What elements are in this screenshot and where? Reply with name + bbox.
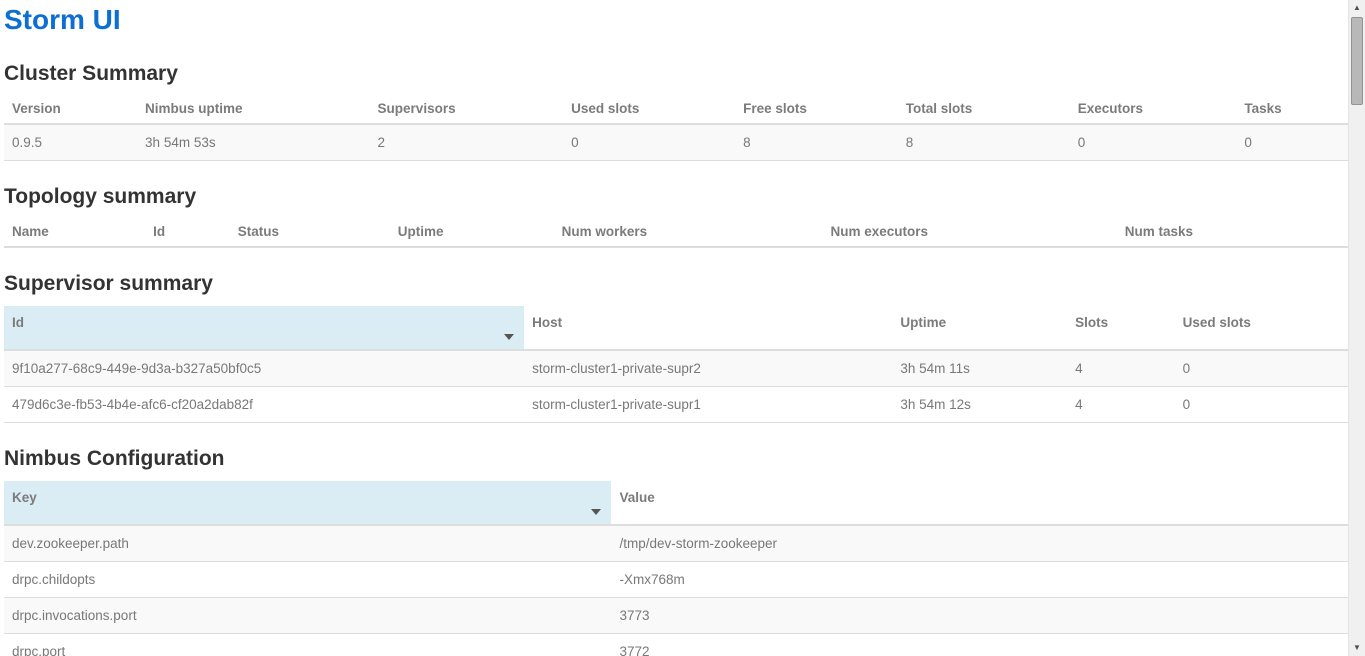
table-cell: storm-cluster1-private-supr2	[524, 350, 892, 387]
table-cell: drpc.port	[4, 634, 611, 656]
storm-ui-page: Storm UI Cluster Summary Version Nimbus u…	[0, 0, 1365, 656]
table-cell: 9f10a277-68c9-449e-9d3a-b327a50bf0c5	[4, 350, 524, 387]
column-header-num-workers: Num workers	[554, 219, 823, 247]
column-header-label: Executors	[1078, 101, 1229, 116]
column-header-label: Supervisors	[378, 101, 556, 116]
column-header-uptime[interactable]: Uptime	[892, 306, 1067, 350]
column-header-version: Version	[4, 96, 137, 124]
topology-summary-table: Name Id Status Uptime Num workers Num executo…	[4, 219, 1348, 248]
table-cell: 0	[1070, 124, 1237, 161]
column-header-id[interactable]: Id	[4, 306, 524, 350]
column-header-label: Num tasks	[1125, 224, 1340, 239]
nimbus-configuration-heading: Nimbus Configuration	[4, 447, 1348, 471]
sort-descending-icon	[504, 334, 514, 340]
column-header-label: Status	[238, 224, 382, 239]
column-header-slots[interactable]: Slots	[1067, 306, 1175, 350]
table-cell: 0	[563, 124, 735, 161]
table-cell: 4	[1067, 387, 1175, 423]
column-header-label: Nimbus uptime	[145, 101, 362, 116]
table-cell: drpc.childopts	[4, 562, 611, 598]
header-row: Version Nimbus uptime Supervisors Used slot…	[4, 96, 1348, 124]
table-cell: 4	[1067, 350, 1175, 387]
table-cell: 3772	[611, 634, 1348, 656]
column-header-label: Num workers	[562, 224, 815, 239]
scrollbar-thumb[interactable]	[1351, 17, 1363, 105]
column-header-label: Name	[12, 224, 137, 239]
column-header-label: Version	[12, 101, 129, 116]
column-header-label: Tasks	[1244, 101, 1340, 116]
table-cell: 0	[1236, 124, 1348, 161]
column-header-id: Id	[145, 219, 230, 247]
table-cell: 3h 54m 12s	[892, 387, 1067, 423]
cluster-summary-table: Version Nimbus uptime Supervisors Used slot…	[4, 96, 1348, 161]
table-row: 479d6c3e-fb53-4b4e-afc6-cf20a2dab82fstor…	[4, 387, 1348, 423]
column-header-label: Slots	[1075, 315, 1167, 340]
table-row: drpc.port3772	[4, 634, 1348, 656]
table-cell: 3773	[611, 598, 1348, 634]
table-row: 9f10a277-68c9-449e-9d3a-b327a50bf0c5stor…	[4, 350, 1348, 387]
column-header-label: Used slots	[1183, 315, 1340, 340]
cluster-summary-heading: Cluster Summary	[4, 62, 1348, 86]
column-header-used-slots[interactable]: Used slots	[1175, 306, 1348, 350]
column-header-name: Name	[4, 219, 145, 247]
header-row: Key Value	[4, 481, 1348, 525]
column-header-label: Num executors	[830, 224, 1108, 239]
table-cell: -Xmx768m	[611, 562, 1348, 598]
supervisor-summary-table: Id Host Uptime Slots Used slots 9f10a277-68c9…	[4, 306, 1348, 423]
column-header-label: Uptime	[900, 315, 1059, 340]
table-cell: 2	[370, 124, 564, 161]
column-header-label: Used slots	[571, 101, 727, 116]
table-cell: storm-cluster1-private-supr1	[524, 387, 892, 423]
column-header-free-slots: Free slots	[735, 96, 898, 124]
nimbus-configuration-table: Key Value dev.zookeeper.path/tmp/dev-storm…	[4, 481, 1348, 656]
main-content: Storm UI Cluster Summary Version Nimbus u…	[0, 0, 1348, 656]
table-cell: 0.9.5	[4, 124, 137, 161]
column-header-host[interactable]: Host	[524, 306, 892, 350]
column-header-label: Total slots	[906, 101, 1062, 116]
table-row: drpc.childopts-Xmx768m	[4, 562, 1348, 598]
header-row: Id Host Uptime Slots Used slots	[4, 306, 1348, 350]
column-header-total-slots: Total slots	[898, 96, 1070, 124]
table-cell: dev.zookeeper.path	[4, 525, 611, 562]
column-header-label: Value	[619, 490, 1340, 515]
table-cell: 3h 54m 11s	[892, 350, 1067, 387]
vertical-scrollbar[interactable]: ▲ ▼	[1348, 0, 1365, 656]
sort-descending-icon	[591, 509, 601, 515]
column-header-label: Id	[12, 315, 516, 340]
column-header-num-tasks: Num tasks	[1117, 219, 1348, 247]
column-header-uptime: Uptime	[390, 219, 554, 247]
column-header-executors: Executors	[1070, 96, 1237, 124]
scroll-down-icon[interactable]: ▼	[1349, 640, 1365, 656]
column-header-label: Host	[532, 315, 884, 340]
table-cell: 8	[898, 124, 1070, 161]
column-header-status: Status	[230, 219, 390, 247]
column-header-label: Uptime	[398, 224, 546, 239]
column-header-num-executors: Num executors	[822, 219, 1116, 247]
table-cell: 3h 54m 53s	[137, 124, 370, 161]
column-header-supervisors: Supervisors	[370, 96, 564, 124]
table-cell: 0	[1175, 350, 1348, 387]
column-header-tasks: Tasks	[1236, 96, 1348, 124]
page-title[interactable]: Storm UI	[4, 5, 1348, 35]
column-header-label: Id	[153, 224, 222, 239]
column-header-label: Key	[12, 490, 603, 515]
table-row: drpc.invocations.port3773	[4, 598, 1348, 634]
column-header-used-slots: Used slots	[563, 96, 735, 124]
table-cell: /tmp/dev-storm-zookeeper	[611, 525, 1348, 562]
column-header-nimbus-uptime: Nimbus uptime	[137, 96, 370, 124]
header-row: Name Id Status Uptime Num workers Num executo…	[4, 219, 1348, 247]
table-cell: drpc.invocations.port	[4, 598, 611, 634]
table-row: dev.zookeeper.path/tmp/dev-storm-zookeep…	[4, 525, 1348, 562]
table-row: 0.9.53h 54m 53s208800	[4, 124, 1348, 161]
topology-summary-heading: Topology summary	[4, 185, 1348, 209]
table-cell: 479d6c3e-fb53-4b4e-afc6-cf20a2dab82f	[4, 387, 524, 423]
scroll-up-icon[interactable]: ▲	[1349, 0, 1365, 16]
column-header-key[interactable]: Key	[4, 481, 611, 525]
supervisor-summary-heading: Supervisor summary	[4, 272, 1348, 296]
table-cell: 0	[1175, 387, 1348, 423]
column-header-value[interactable]: Value	[611, 481, 1348, 525]
column-header-label: Free slots	[743, 101, 890, 116]
table-cell: 8	[735, 124, 898, 161]
